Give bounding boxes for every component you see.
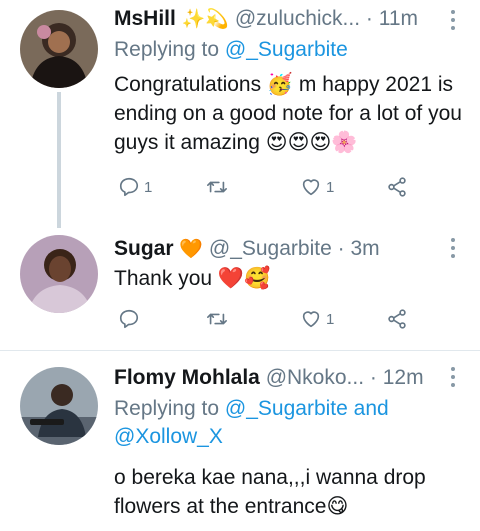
like-icon [302, 311, 320, 328]
more-icon[interactable] [450, 10, 456, 34]
like-icon [302, 179, 320, 196]
replying-to-link-2[interactable]: @Xollow_X [114, 425, 223, 448]
reply-button[interactable]: 1 [118, 174, 152, 200]
reply-button[interactable] [118, 306, 144, 332]
tweet-header: MsHill ✨💫 @zuluchick... · 11m [114, 6, 418, 32]
replying-to: Replying to @_Sugarbite [114, 36, 348, 64]
reply-count: 1 [144, 178, 153, 196]
tweet-mshill[interactable]: MsHill ✨💫 @zuluchick... · 11m Replying t… [0, 0, 480, 228]
timestamp[interactable]: · 3m [338, 237, 380, 260]
avatar[interactable] [20, 10, 98, 88]
display-name[interactable]: MsHill [114, 7, 176, 30]
avatar[interactable] [20, 235, 98, 313]
replying-to: Replying to @_Sugarbite and @Xollow_X [114, 395, 389, 451]
share-icon [388, 309, 406, 329]
tweet-body: o bereka kae nana,,,i wanna drop flowers… [114, 466, 426, 518]
handle[interactable]: @_Sugarbite [209, 237, 332, 260]
retweet-button[interactable] [206, 306, 232, 332]
tweet-flomy[interactable]: Flomy Mohlala @Nkoko... · 12m Replying t… [0, 351, 480, 531]
retweet-button[interactable] [206, 174, 232, 200]
action-bar: 1 [118, 306, 418, 332]
avatar[interactable] [20, 367, 98, 445]
replying-to-link[interactable]: @_Sugarbite [225, 38, 348, 61]
share-button[interactable] [386, 174, 408, 200]
name-emoji: ✨💫 [181, 9, 230, 30]
timestamp[interactable]: · 12m [370, 366, 424, 389]
replying-label: Replying to [114, 397, 220, 420]
retweet-icon [207, 313, 227, 325]
reply-icon [119, 309, 139, 329]
share-icon [388, 177, 406, 197]
tweet-header: Flomy Mohlala @Nkoko... · 12m [114, 365, 424, 391]
name-emoji: 🧡 [179, 239, 204, 260]
retweet-icon [207, 181, 227, 193]
tweet-body: Thank you ❤️🥰 [114, 267, 271, 290]
tweet-sugar[interactable]: Sugar 🧡 @_Sugarbite · 3m Thank you ❤️🥰 1 [0, 228, 480, 346]
thread-line [57, 92, 61, 228]
more-icon[interactable] [450, 238, 456, 262]
like-button[interactable]: 1 [300, 174, 334, 200]
handle[interactable]: @Nkoko... [266, 366, 364, 389]
timestamp[interactable]: · 11m [366, 7, 418, 30]
handle[interactable]: @zuluchick... [235, 7, 360, 30]
more-icon[interactable] [450, 367, 456, 391]
display-name[interactable]: Flomy Mohlala [114, 366, 260, 389]
display-name[interactable]: Sugar [114, 237, 174, 260]
tweet-header: Sugar 🧡 @_Sugarbite · 3m [114, 236, 380, 262]
share-button[interactable] [386, 306, 408, 332]
replying-to-link[interactable]: @_Sugarbite and [225, 397, 389, 420]
like-count: 1 [326, 310, 335, 328]
replying-label: Replying to [114, 38, 220, 61]
reply-icon [119, 177, 139, 197]
like-count: 1 [326, 178, 335, 196]
like-button[interactable]: 1 [300, 306, 334, 332]
action-bar: 1 1 [118, 174, 418, 200]
tweet-body: Congratulations 🥳 m happy 2021 is ending… [114, 73, 462, 154]
